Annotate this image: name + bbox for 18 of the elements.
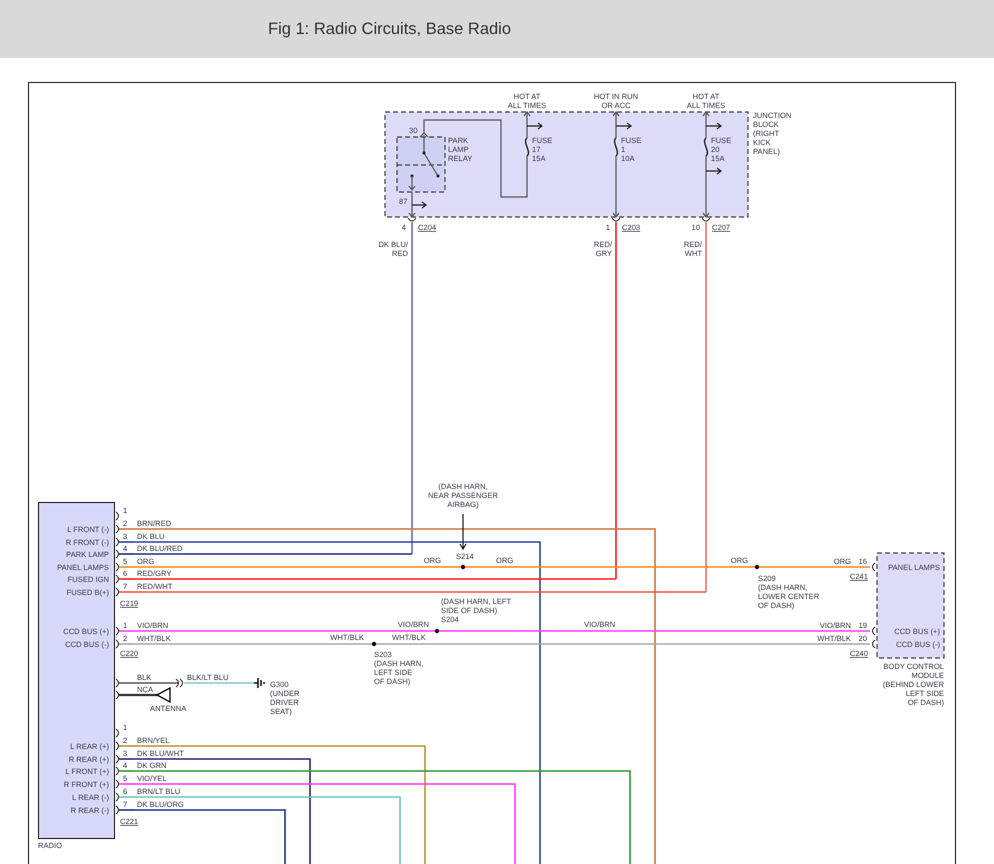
figure-title: Fig 1: Radio Circuits, Base Radio bbox=[268, 20, 512, 38]
fuse-icon bbox=[524, 138, 530, 156]
ground-icon bbox=[253, 677, 265, 689]
arrow-icon bbox=[411, 201, 427, 209]
arrow-icon bbox=[705, 122, 722, 130]
relay-drawing bbox=[396, 132, 446, 193]
fuse-icon bbox=[704, 138, 708, 156]
arrow-icon bbox=[615, 122, 632, 130]
arrow-icon bbox=[526, 122, 543, 130]
arrow-icon bbox=[705, 167, 722, 175]
leader-line bbox=[459, 513, 467, 550]
antenna-icon bbox=[156, 686, 171, 704]
splice-dot bbox=[460, 564, 466, 570]
fuse-icon bbox=[614, 138, 618, 156]
splice-dot bbox=[434, 628, 440, 634]
splice-dot bbox=[372, 642, 376, 646]
junction-wire bbox=[411, 192, 413, 217]
splice-dot bbox=[754, 564, 760, 570]
